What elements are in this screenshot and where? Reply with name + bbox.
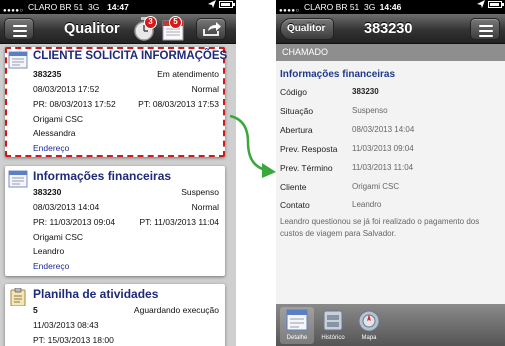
ticket-card[interactable]: CLIENTE SOLICITA INFORMAÇÕES 383235 Em a… <box>5 47 228 157</box>
ticket-pr: PR: 11/03/2013 09:04 <box>33 217 116 227</box>
section-header: CHAMADO <box>276 44 505 61</box>
detail-screen: ●●●●○ CLARO BR 51 3G 14:46 Qualitor 3832… <box>276 0 505 346</box>
contact-label: Contato <box>280 200 310 210</box>
status-time: 14:47 <box>107 2 129 12</box>
tab-history[interactable]: Histórico <box>316 307 350 344</box>
status-label: Situação <box>280 106 314 116</box>
ticket-date: 08/03/2013 17:52 <box>33 84 100 94</box>
ticket-pr: PR: 08/03/2013 17:52 <box>33 99 116 109</box>
client-label: Cliente <box>280 182 307 192</box>
ticket-priority: Normal <box>191 202 219 212</box>
client-value: Origami CSC <box>352 182 400 191</box>
ticket-pt: PT: 11/03/2013 11:04 <box>139 217 219 227</box>
back-button[interactable]: Qualitor <box>280 18 334 40</box>
ticket-card[interactable]: Planilha de atividades 5 Aguardando exec… <box>5 284 225 346</box>
status-time: 14:46 <box>379 2 402 12</box>
ticket-card[interactable]: Informações financeiras 383230 Suspenso … <box>5 166 225 276</box>
calendar-badge: 5 <box>169 16 182 29</box>
stopwatch-badge: 3 <box>144 16 157 29</box>
menu-button[interactable] <box>470 18 500 40</box>
ticket-icon <box>8 170 28 188</box>
stopwatch-button[interactable]: 3 <box>132 16 157 41</box>
ticket-company: Origami CSC <box>33 232 84 242</box>
share-button[interactable] <box>196 18 226 40</box>
response-value: 11/03/2013 09:04 <box>352 144 414 153</box>
battery-icon <box>488 0 504 8</box>
code-label: Código <box>280 87 307 97</box>
detail-title: Informações financeiras <box>280 69 396 80</box>
ticket-number: 5 <box>33 305 38 315</box>
ticket-date: 08/03/2013 14:04 <box>33 202 100 212</box>
tab-detail[interactable]: Detalhe <box>280 307 314 344</box>
ticket-status: Em atendimento <box>157 69 219 79</box>
ticket-pt: PT: 08/03/2013 17:53 <box>138 99 219 109</box>
menu-icon <box>13 25 27 40</box>
ticket-pt: PT: 15/03/2013 18:00 <box>33 335 114 345</box>
nav-bar: Qualitor 383230 <box>276 14 505 44</box>
history-icon <box>323 310 343 331</box>
app-title: Qualitor <box>64 21 120 37</box>
location-icon <box>208 0 216 8</box>
menu-icon <box>479 25 493 40</box>
ticket-icon <box>8 51 28 69</box>
location-icon <box>477 0 485 8</box>
ticket-number: 383235 <box>33 69 62 79</box>
tab-map-label: Mapa <box>361 335 377 341</box>
ticket-priority: Normal <box>191 84 219 94</box>
tab-bar: Detalhe Histórico Mapa <box>276 304 505 346</box>
opening-label: Abertura <box>280 125 313 135</box>
list-screen: ●●●●○ CLARO BR 51 3G 14:47 Qualitor 3 5 … <box>0 0 236 346</box>
status-bar: ●●●●○ CLARO BR 51 3G 14:47 <box>0 0 236 14</box>
share-icon <box>203 22 221 36</box>
ticket-description: Leandro questionou se já foi realizado o… <box>280 217 480 238</box>
ticket-contact: Leandro <box>33 246 65 256</box>
response-label: Prev. Resposta <box>280 144 338 154</box>
end-label: Prev. Término <box>280 163 333 173</box>
code-value: 383230 <box>352 87 379 96</box>
contact-value: Leandro <box>352 200 382 209</box>
ticket-date: 11/03/2013 08:43 <box>33 320 99 330</box>
ticket-contact: Alessandra <box>33 128 76 138</box>
ticket-status: Suspenso <box>181 187 219 197</box>
tab-map[interactable]: Mapa <box>352 307 386 344</box>
opening-value: 08/03/2013 14:04 <box>352 125 415 134</box>
ticket-status: Aguardando execução <box>133 305 219 315</box>
calendar-button[interactable]: 5 <box>160 16 186 42</box>
menu-button[interactable] <box>4 18 34 40</box>
address-link[interactable]: Endereço <box>33 261 69 271</box>
ticket-title: Planilha de atividades <box>33 287 159 301</box>
address-link[interactable]: Endereço <box>33 143 69 153</box>
back-button-label: Qualitor <box>287 23 326 34</box>
ticket-company: Origami CSC <box>33 114 84 124</box>
detail-panel: Informações financeiras Código 383230 Si… <box>276 61 505 304</box>
battery-icon <box>219 0 235 8</box>
clipboard-icon <box>10 288 26 306</box>
nav-bar: Qualitor 3 5 <box>0 14 236 44</box>
ticket-title: CLIENTE SOLICITA INFORMAÇÕES <box>33 50 228 62</box>
detail-icon <box>286 309 308 331</box>
transition-arrow-icon <box>229 114 276 178</box>
status-bar: ●●●●○ CLARO BR 51 3G 14:46 <box>276 0 505 14</box>
ticket-number: 383230 <box>33 187 62 197</box>
map-icon <box>358 310 380 332</box>
ticket-title: 383230 <box>364 21 413 37</box>
status-value: Suspenso <box>352 106 388 115</box>
end-value: 11/03/2013 11:04 <box>352 163 414 172</box>
ticket-title: Informações financeiras <box>33 169 172 183</box>
